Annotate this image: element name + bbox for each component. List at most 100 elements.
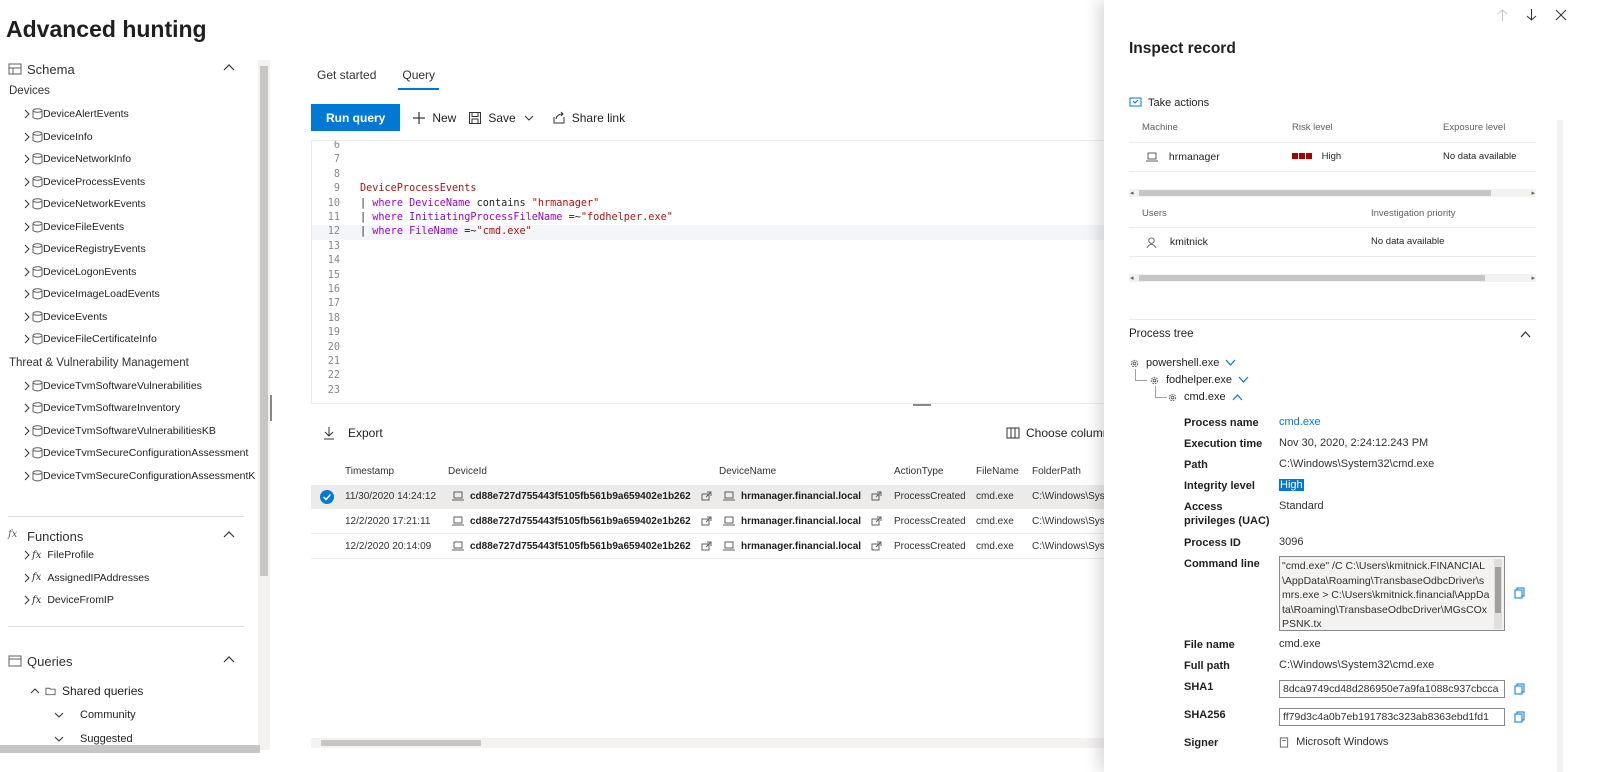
process-tree-header[interactable]: Process tree	[1129, 328, 1536, 340]
run-query-button[interactable]: Run query	[311, 104, 401, 131]
machine-table-scrollbar[interactable]: ◂ ▸	[1129, 189, 1536, 197]
schema-table-item[interactable]: DeviceEvents	[22, 308, 107, 326]
scrollbar-thumb[interactable]	[1139, 275, 1485, 281]
function-item[interactable]: fx DeviceFromIP	[22, 591, 114, 609]
chevron-right-icon[interactable]	[22, 471, 32, 481]
scrollbar-thumb[interactable]	[260, 66, 268, 576]
open-external-icon[interactable]	[871, 491, 882, 501]
tab-get-started[interactable]: Get started	[317, 68, 376, 90]
process-name-link[interactable]: cmd.exe	[1279, 416, 1321, 428]
schema-table-item[interactable]: DeviceTvmSecureConfigurationAssessment	[22, 444, 248, 462]
schema-table-item[interactable]: DeviceRegistryEvents	[22, 240, 146, 258]
share-link-button[interactable]: Share link	[552, 111, 625, 125]
chevron-down-icon[interactable]	[524, 113, 534, 123]
tree-node-cmd[interactable]: cmd.exe	[1167, 391, 1243, 403]
chevron-up-icon[interactable]	[1519, 328, 1532, 341]
shared-queries-folder[interactable]: Shared queries	[30, 682, 143, 700]
choose-columns-button[interactable]: Choose column	[1006, 426, 1109, 440]
arrow-down-icon[interactable]	[1525, 8, 1538, 22]
chevron-right-icon[interactable]	[22, 199, 32, 209]
cell-value[interactable]: hrmanager.financial.local	[741, 516, 861, 527]
chevron-right-icon[interactable]	[22, 595, 32, 605]
chevron-right-icon[interactable]	[22, 154, 32, 164]
sha1-field[interactable]: 8dca9749cd48d286950e7a9fa1088c937cbcca	[1279, 680, 1505, 698]
schema-table-item[interactable]: DeviceTvmSoftwareVulnerabilitiesKB	[22, 422, 216, 440]
schema-table-item[interactable]: DeviceTvmSoftwareInventory	[22, 399, 180, 417]
scrollbar-thumb[interactable]	[1139, 190, 1491, 196]
open-external-icon[interactable]	[701, 541, 712, 551]
schema-table-item[interactable]: DeviceInfo	[22, 128, 93, 146]
chevron-up-icon[interactable]	[222, 61, 236, 75]
scrollbar-thumb[interactable]	[1495, 567, 1501, 613]
chevron-right-icon[interactable]	[22, 312, 32, 322]
schema-table-item[interactable]: DeviceAlertEvents	[22, 105, 129, 123]
scroll-left-icon[interactable]: ◂	[1130, 274, 1134, 282]
copy-icon[interactable]	[1514, 683, 1525, 695]
chevron-down-icon[interactable]	[1238, 376, 1249, 384]
editor-resize-handle[interactable]	[913, 404, 931, 406]
schema-table-item[interactable]: DeviceNetworkInfo	[22, 150, 131, 168]
user-row[interactable]: kmitnick No data available	[1129, 227, 1536, 257]
new-query-button[interactable]: New	[412, 111, 456, 125]
table-row[interactable]: 12/2/2020 20:14:09 cd88e727d755443f5105fb…	[311, 535, 1105, 559]
panel-resize-handle[interactable]	[270, 395, 272, 421]
chevron-right-icon[interactable]	[22, 267, 32, 277]
chevron-right-icon[interactable]	[22, 403, 32, 413]
chevron-right-icon[interactable]	[22, 177, 32, 187]
export-button[interactable]: Export	[322, 426, 383, 440]
cell-value[interactable]: cd88e727d755443f5105fb561b9a659402e1b262	[470, 516, 691, 527]
schema-table-item[interactable]: DeviceTvmSoftwareVulnerabilities	[22, 377, 202, 395]
users-table-scrollbar[interactable]: ◂ ▸	[1129, 274, 1536, 282]
open-external-icon[interactable]	[701, 491, 712, 501]
schema-table-item[interactable]: DeviceTvmSecureConfigurationAssessmentK	[22, 467, 255, 485]
schema-table-item[interactable]: DeviceImageLoadEvents	[22, 285, 160, 303]
column-header[interactable]: DeviceId	[448, 462, 487, 482]
save-button[interactable]: Save	[468, 111, 534, 125]
command-line-textbox[interactable]: "cmd.exe" /C C:\Users\kmitnick.FINANCIAL…	[1279, 556, 1505, 631]
functions-section-header[interactable]: fx Functions	[8, 526, 244, 546]
cell-value[interactable]: cd88e727d755443f5105fb561b9a659402e1b262	[470, 491, 691, 502]
chevron-up-icon[interactable]	[222, 653, 236, 667]
chevron-down-icon[interactable]	[1225, 359, 1236, 367]
chevron-right-icon[interactable]	[22, 573, 32, 583]
function-item[interactable]: fx AssignedIPAddresses	[22, 569, 149, 587]
column-header[interactable]: FileName	[976, 462, 1019, 482]
queries-section-header[interactable]: Queries	[8, 651, 244, 671]
tree-node-fodhelper[interactable]: fodhelper.exe	[1149, 374, 1249, 386]
column-header[interactable]: Timestamp	[345, 462, 394, 482]
cell-value[interactable]: hrmanager.financial.local	[741, 491, 861, 502]
chevron-right-icon[interactable]	[22, 244, 32, 254]
copy-icon[interactable]	[1514, 587, 1525, 599]
chevron-right-icon[interactable]	[22, 222, 32, 232]
cell-value[interactable]: cd88e727d755443f5105fb561b9a659402e1b262	[470, 541, 691, 552]
query-folder-community[interactable]: Community	[54, 706, 136, 724]
machine-name[interactable]: hrmanager	[1169, 151, 1220, 163]
chevron-right-icon[interactable]	[22, 381, 32, 391]
scrollbar-thumb[interactable]	[321, 740, 481, 746]
tree-node-powershell[interactable]: powershell.exe	[1129, 357, 1236, 369]
take-actions-button[interactable]: Take actions	[1129, 96, 1209, 109]
scroll-right-icon[interactable]: ▸	[1531, 274, 1535, 282]
table-row[interactable]: 12/2/2020 17:21:11 cd88e727d755443f5105fb…	[311, 510, 1105, 534]
sha256-field[interactable]: ff79d3c4a0b7eb191783c323ab8363ebd1fd1	[1279, 708, 1505, 726]
schema-horizontal-scrollbar[interactable]	[0, 745, 260, 753]
schema-section-header[interactable]: Schema	[8, 59, 244, 79]
query-editor[interactable]: 6 7 8 9 DeviceProcessEvents 10 | where DeviceN…	[311, 140, 1105, 404]
column-header[interactable]: ActionType	[894, 462, 943, 482]
close-icon[interactable]	[1554, 8, 1567, 22]
chevron-right-icon[interactable]	[22, 109, 32, 119]
machine-row[interactable]: hrmanager High No data available	[1129, 142, 1536, 172]
copy-icon[interactable]	[1514, 711, 1525, 723]
arrow-up-icon[interactable]	[1496, 8, 1509, 22]
open-external-icon[interactable]	[701, 516, 712, 526]
chevron-right-icon[interactable]	[22, 426, 32, 436]
results-horizontal-scrollbar[interactable]	[311, 738, 1105, 748]
chevron-right-icon[interactable]	[22, 448, 32, 458]
chevron-right-icon[interactable]	[22, 132, 32, 142]
inspect-panel-scrollbar[interactable]	[1557, 120, 1563, 772]
column-header[interactable]: DeviceName	[719, 462, 776, 482]
function-item[interactable]: fx FileProfile	[22, 546, 94, 564]
chevron-up-icon[interactable]	[222, 528, 236, 542]
schema-vertical-scrollbar[interactable]	[258, 60, 270, 750]
schema-table-item[interactable]: DeviceFileCertificateInfo	[22, 330, 157, 348]
